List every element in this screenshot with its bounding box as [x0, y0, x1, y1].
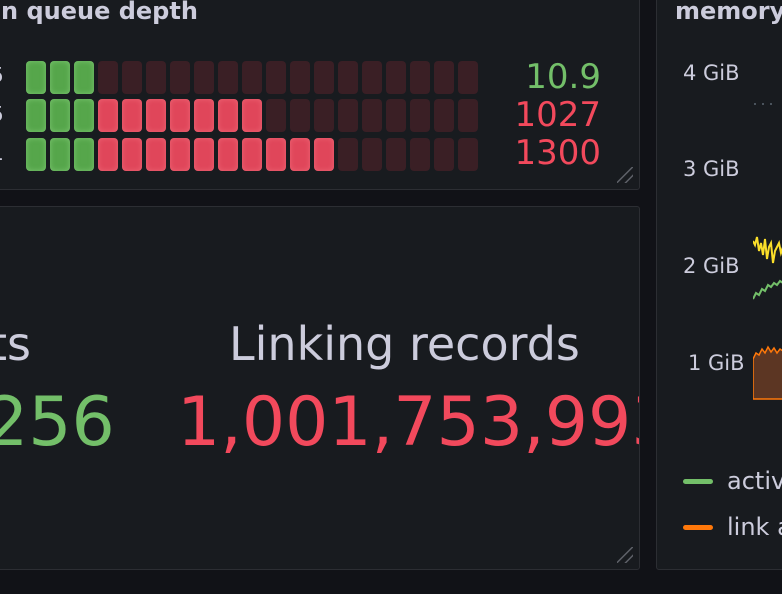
dotted-series-line — [754, 103, 772, 105]
bar-gauge-cell — [50, 61, 70, 94]
bar-gauge-cell — [386, 138, 406, 171]
bar-gauge-cell — [194, 61, 214, 94]
bar-gauge-cell — [410, 138, 430, 171]
legend-swatch — [683, 524, 713, 530]
bar-gauge-cell — [410, 99, 430, 132]
bar-gauge-cell — [362, 138, 382, 171]
bar-gauge-cell — [146, 138, 166, 171]
bar-gauge-cell — [98, 61, 118, 94]
bar-gauge-cell — [98, 99, 118, 132]
bar-gauge-cell — [290, 99, 310, 132]
bar-gauge-cell — [50, 138, 70, 171]
bar-gauge-cell — [338, 61, 358, 94]
bar-gauge-cell — [122, 61, 142, 94]
stat-title-left: ts — [0, 317, 32, 371]
stat-title-linking-records: Linking records — [229, 317, 580, 371]
bar-gauge-cell — [386, 61, 406, 94]
row-label: 5 — [0, 102, 4, 126]
bar-gauge-cell — [194, 138, 214, 171]
bar-gauge-cell — [146, 99, 166, 132]
resize-handle[interactable] — [617, 167, 633, 183]
bar-gauge-cell — [290, 138, 310, 171]
bar-gauge-cell — [122, 99, 142, 132]
link-series-area — [753, 345, 782, 400]
memory-panel: memory 4 GiB 3 GiB 2 GiB 1 GiB activ lin… — [656, 0, 782, 570]
bar-gauge-cell — [98, 138, 118, 171]
bar-gauge-cell — [242, 138, 262, 171]
bar-gauge-cell — [242, 99, 262, 132]
bar-gauge-cell — [50, 99, 70, 132]
bar-gauge-cell — [338, 99, 358, 132]
yellow-series-line — [753, 236, 782, 264]
legend-item-link[interactable]: link a — [683, 513, 782, 541]
bar-gauge-cell — [218, 138, 238, 171]
bar-gauge-cell — [26, 61, 46, 94]
active-series-line — [753, 279, 782, 300]
bar-gauge-cell — [170, 138, 190, 171]
y-axis-tick-label: 1 GiB — [688, 351, 745, 375]
bar-gauge-cell — [314, 138, 334, 171]
row-value: 1027 — [514, 95, 601, 135]
bar-gauge-cell — [122, 138, 142, 171]
panel-title: n queue depth — [1, 0, 198, 25]
legend-item-active[interactable]: activ — [683, 467, 782, 495]
bar-gauge-cell — [218, 61, 238, 94]
queue-depth-panel: n queue depth 5 10.9 5 1027 1 1300 — [0, 0, 640, 190]
memory-chart-plot — [753, 103, 782, 400]
row-value: 10.9 — [525, 57, 601, 97]
y-axis-tick-label: 4 GiB — [683, 61, 740, 85]
row-label: 1 — [0, 141, 4, 165]
dotted-series-point — [770, 103, 772, 105]
bar-gauge-cell — [170, 99, 190, 132]
bar-gauge-cell — [26, 99, 46, 132]
legend-label: link a — [727, 513, 782, 541]
legend-swatch — [683, 478, 713, 484]
resize-handle[interactable] — [617, 547, 633, 563]
stat-value-linking-records: 1,001,753,993 — [177, 383, 640, 462]
bar-gauge-cell — [266, 61, 286, 94]
bar-gauge-cell — [290, 61, 310, 94]
bar-gauge-cell — [74, 99, 94, 132]
bar-gauge-cell — [314, 99, 334, 132]
bar-gauge-cell — [194, 99, 214, 132]
bar-gauge-cell — [266, 138, 286, 171]
bar-gauge-cell — [146, 61, 166, 94]
bar-gauge-cell — [170, 61, 190, 94]
bar-gauge-cell — [362, 61, 382, 94]
bar-gauge-cell — [218, 99, 238, 132]
dotted-series-point — [754, 103, 756, 105]
bar-gauge-cell — [74, 61, 94, 94]
stats-panel: ts 256 Linking records 1,001,753,993 — [0, 206, 640, 570]
bar-gauge-cell — [26, 138, 46, 171]
legend-label: activ — [727, 467, 782, 495]
stat-value-left: 256 — [0, 383, 115, 462]
bar-gauge-cell — [338, 138, 358, 171]
row-value: 1300 — [514, 133, 601, 173]
bar-gauge-cell — [386, 99, 406, 132]
bar-gauge-cell — [314, 61, 334, 94]
row-label: 5 — [0, 63, 4, 87]
y-axis-tick-label: 2 GiB — [683, 254, 740, 278]
bar-gauge-cell — [266, 99, 286, 132]
dotted-series-point — [762, 103, 764, 105]
bar-gauge-cell — [410, 61, 430, 94]
bar-gauge-cell — [362, 99, 382, 132]
bar-gauge-cell — [74, 138, 94, 171]
y-axis-tick-label: 3 GiB — [683, 157, 740, 181]
bar-gauge-cell — [242, 61, 262, 94]
